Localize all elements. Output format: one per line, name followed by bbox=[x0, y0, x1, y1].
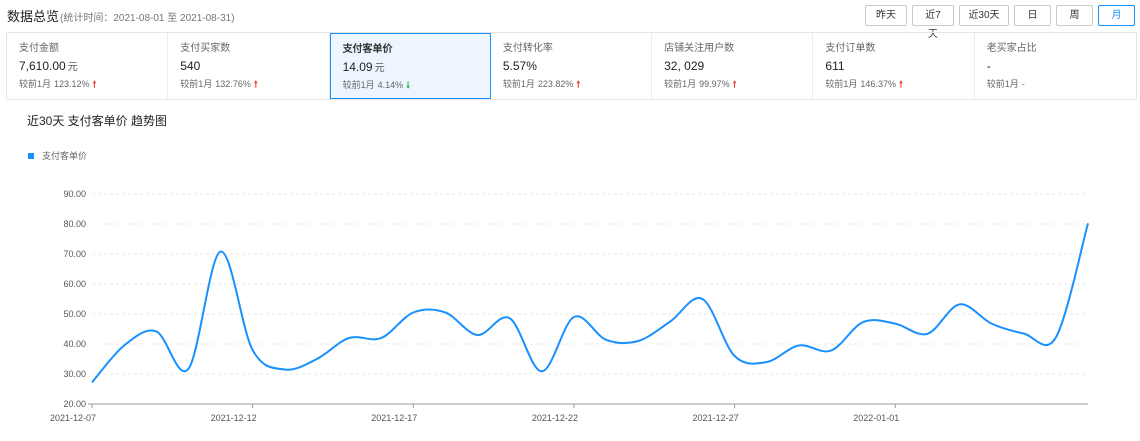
y-tick-label: 40.00 bbox=[63, 339, 86, 349]
data-point[interactable] bbox=[1020, 330, 1028, 338]
data-point[interactable] bbox=[698, 295, 706, 303]
data-point[interactable] bbox=[602, 336, 610, 344]
x-tick-label: 2021-12-27 bbox=[693, 413, 739, 423]
data-point[interactable] bbox=[1052, 333, 1060, 341]
data-point[interactable] bbox=[763, 358, 771, 366]
data-point[interactable] bbox=[570, 313, 578, 321]
data-point[interactable] bbox=[988, 320, 996, 328]
y-tick-label: 70.00 bbox=[63, 249, 86, 259]
y-tick-label: 80.00 bbox=[63, 219, 86, 229]
series-line-path[interactable] bbox=[91, 223, 1089, 384]
data-point[interactable] bbox=[281, 366, 289, 374]
y-tick-label: 50.00 bbox=[63, 309, 86, 319]
x-tick-label: 2021-12-12 bbox=[211, 413, 257, 423]
y-tick-label: 90.00 bbox=[63, 189, 86, 199]
data-point[interactable] bbox=[923, 330, 931, 338]
data-point[interactable] bbox=[634, 337, 642, 345]
data-point[interactable] bbox=[538, 367, 546, 375]
grid-lines bbox=[92, 193, 1088, 375]
data-point[interactable] bbox=[827, 347, 835, 355]
data-point[interactable] bbox=[88, 378, 96, 386]
data-point[interactable] bbox=[184, 365, 192, 373]
data-point[interactable] bbox=[217, 248, 225, 256]
data-point[interactable] bbox=[377, 334, 385, 342]
y-tick-label: 30.00 bbox=[63, 369, 86, 379]
data-point[interactable] bbox=[731, 352, 739, 360]
data-point[interactable] bbox=[666, 318, 674, 326]
x-tick-label: 2021-12-22 bbox=[532, 413, 578, 423]
data-point[interactable] bbox=[506, 314, 514, 322]
trend-chart: 20.00 30.00 40.00 50.00 60.00 70.00 80.00 90.00… bbox=[50, 189, 1092, 423]
x-tick-label: 2022-01-01 bbox=[853, 413, 899, 423]
y-tick-label: 60.00 bbox=[63, 279, 86, 289]
data-point[interactable] bbox=[859, 318, 867, 326]
data-point[interactable] bbox=[891, 320, 899, 328]
data-point[interactable] bbox=[474, 331, 482, 339]
data-point[interactable] bbox=[249, 346, 257, 354]
data-point[interactable] bbox=[795, 342, 803, 350]
data-point[interactable] bbox=[152, 327, 160, 335]
data-point[interactable] bbox=[409, 309, 417, 317]
y-tick-label: 20.00 bbox=[63, 399, 86, 409]
series-line bbox=[88, 219, 1092, 386]
x-tick-label: 2021-12-17 bbox=[371, 413, 417, 423]
data-point[interactable] bbox=[345, 334, 353, 342]
data-point[interactable] bbox=[120, 342, 128, 350]
data-point[interactable] bbox=[313, 355, 321, 363]
data-point[interactable] bbox=[441, 309, 449, 317]
data-point[interactable] bbox=[1084, 219, 1092, 227]
x-tick-label: 2021-12-07 bbox=[50, 413, 96, 423]
data-point[interactable] bbox=[955, 300, 963, 308]
